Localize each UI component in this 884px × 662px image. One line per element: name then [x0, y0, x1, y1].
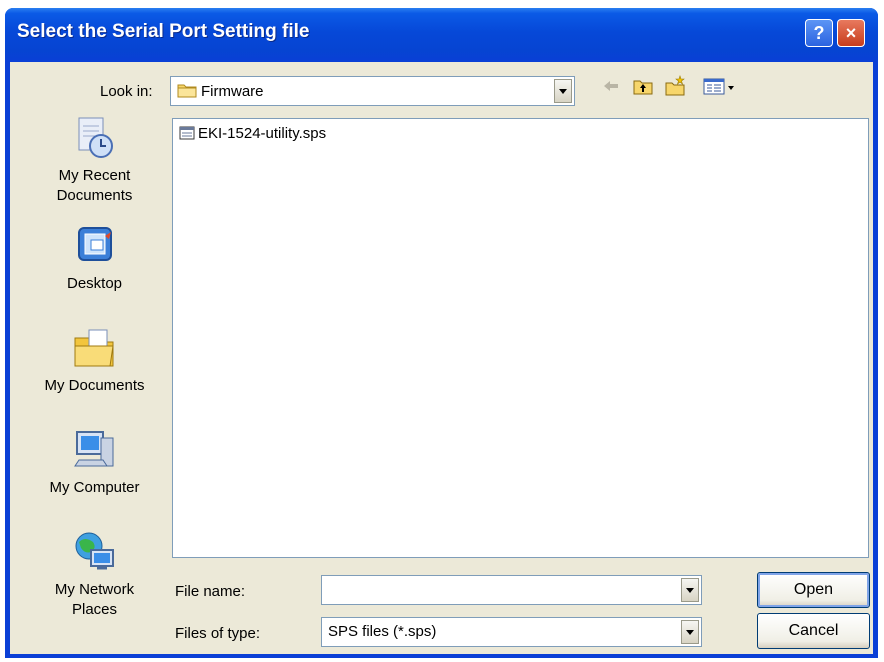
place-label: My Network	[54, 581, 135, 598]
dialog-window: Select the Serial Port Setting file ? × …	[5, 8, 878, 658]
place-my-documents[interactable]: My Documents	[37, 324, 152, 396]
file-name-input[interactable]	[321, 575, 702, 605]
file-list[interactable]: EKI-1524-utility.sps	[172, 118, 869, 558]
title-bar[interactable]: Select the Serial Port Setting file ? ×	[5, 8, 878, 62]
look-in-dropdown-arrow[interactable]	[554, 79, 572, 103]
dialog-body: Look in: Firmware My Recent Documents De…	[10, 62, 873, 654]
look-in-value: Firmware	[177, 82, 264, 100]
up-folder-icon[interactable]	[632, 75, 654, 97]
back-arrow-icon[interactable]	[600, 75, 622, 97]
place-my-network-places[interactable]: My Network Places	[37, 528, 152, 620]
cancel-button[interactable]: Cancel	[757, 613, 870, 649]
close-button[interactable]: ×	[837, 19, 865, 47]
open-button[interactable]: Open	[757, 572, 870, 608]
look-in-label: Look in:	[100, 83, 153, 100]
new-folder-icon[interactable]	[664, 75, 686, 97]
dialog-title: Select the Serial Port Setting file	[17, 21, 310, 42]
help-button[interactable]: ?	[805, 19, 833, 47]
view-menu-icon[interactable]	[702, 75, 736, 97]
my-computer-icon	[73, 431, 113, 467]
list-item[interactable]: EKI-1524-utility.sps	[179, 125, 326, 142]
file-name-label: File name:	[175, 583, 246, 600]
file-name: EKI-1524-utility.sps	[198, 125, 327, 142]
look-in-dropdown[interactable]: Firmware	[170, 76, 575, 106]
file-type-select[interactable]: SPS files (*.sps)	[321, 617, 702, 647]
file-type-label: Files of type:	[175, 625, 261, 642]
place-desktop[interactable]: Desktop	[37, 222, 152, 294]
sps-file-icon	[179, 126, 195, 140]
desktop-icon	[77, 227, 112, 261]
place-label: Desktop	[66, 275, 123, 292]
folder-icon	[177, 84, 197, 98]
place-label: My Recent	[58, 167, 131, 184]
file-name-dropdown-arrow[interactable]	[681, 578, 699, 602]
place-label: My Documents	[44, 377, 145, 394]
my-documents-icon	[74, 329, 114, 367]
place-label-2: Places	[71, 601, 118, 618]
place-label: My Computer	[49, 479, 140, 496]
file-type-dropdown-arrow[interactable]	[681, 620, 699, 644]
place-my-computer[interactable]: My Computer	[37, 426, 152, 498]
network-places-icon	[75, 532, 114, 570]
look-in-text: Firmware	[201, 83, 264, 100]
file-type-value: SPS files (*.sps)	[328, 623, 437, 640]
recent-documents-icon	[78, 117, 113, 158]
place-my-recent-documents[interactable]: My Recent Documents	[37, 114, 152, 206]
place-label-2: Documents	[56, 187, 133, 204]
